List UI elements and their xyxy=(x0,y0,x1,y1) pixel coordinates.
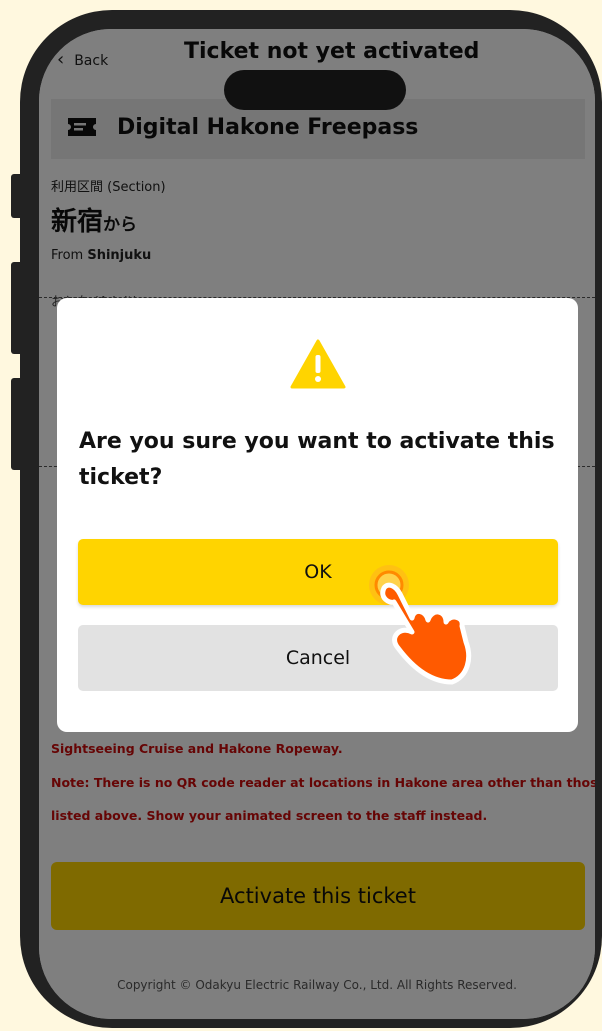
ok-button[interactable]: OK xyxy=(78,539,558,605)
dynamic-island xyxy=(224,70,406,110)
phone-side-button xyxy=(11,174,23,218)
dialog-message: Are you sure you want to activate this t… xyxy=(79,429,555,490)
phone-side-button xyxy=(11,378,23,470)
cancel-button[interactable]: Cancel xyxy=(78,625,558,691)
phone-side-button xyxy=(11,262,23,354)
confirm-dialog: Are you sure you want to activate this t… xyxy=(57,298,578,732)
tap-hand-icon xyxy=(369,565,472,685)
warning-icon xyxy=(290,339,346,389)
